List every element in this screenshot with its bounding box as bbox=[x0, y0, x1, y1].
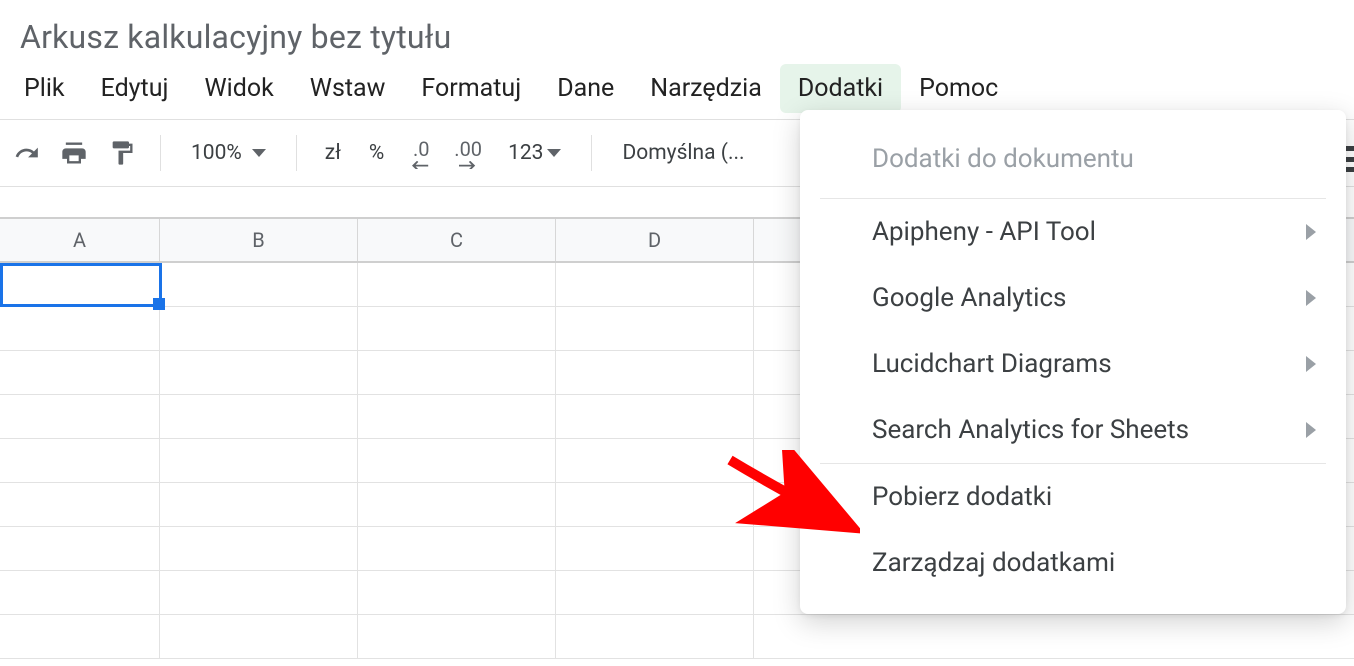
cell[interactable] bbox=[358, 483, 556, 526]
cell[interactable] bbox=[556, 527, 754, 570]
font-family-dropdown[interactable]: Domyślna (... bbox=[610, 141, 756, 165]
cell-C1[interactable] bbox=[358, 263, 556, 306]
cell[interactable] bbox=[754, 615, 814, 658]
cell[interactable] bbox=[0, 527, 160, 570]
chevron-right-icon bbox=[1306, 290, 1316, 306]
print-icon bbox=[60, 139, 88, 167]
cell[interactable] bbox=[0, 395, 160, 438]
cell[interactable] bbox=[358, 571, 556, 614]
paint-format-button[interactable] bbox=[102, 132, 142, 174]
get-addons[interactable]: Pobierz dodatki bbox=[800, 464, 1346, 530]
menu-data[interactable]: Dane bbox=[539, 64, 632, 113]
dropdown-item-label: Lucidchart Diagrams bbox=[872, 349, 1112, 379]
column-header-B[interactable]: B bbox=[160, 219, 358, 261]
caret-down-icon bbox=[252, 149, 266, 157]
column-header-A[interactable]: A bbox=[0, 219, 160, 261]
decrease-decimal-button[interactable]: .0 bbox=[402, 132, 440, 174]
cell[interactable] bbox=[160, 351, 358, 394]
cell[interactable] bbox=[358, 307, 556, 350]
dropdown-section-header: Dodatki do dokumentu bbox=[800, 120, 1346, 198]
number-format-label: 123 bbox=[508, 141, 543, 165]
cell[interactable] bbox=[358, 615, 556, 658]
cell[interactable] bbox=[556, 615, 754, 658]
manage-addons[interactable]: Zarządzaj dodatkami bbox=[800, 530, 1346, 596]
cell[interactable] bbox=[0, 351, 160, 394]
redo-icon bbox=[14, 140, 40, 166]
redo-button[interactable] bbox=[8, 132, 46, 174]
toolbar-separator bbox=[296, 135, 297, 171]
print-button[interactable] bbox=[54, 132, 94, 174]
menu-edit[interactable]: Edytuj bbox=[83, 64, 187, 113]
cell[interactable] bbox=[0, 307, 160, 350]
cell[interactable] bbox=[358, 351, 556, 394]
cell[interactable] bbox=[556, 351, 754, 394]
cell[interactable] bbox=[358, 439, 556, 482]
cell[interactable] bbox=[160, 395, 358, 438]
cell[interactable] bbox=[358, 395, 556, 438]
cell[interactable] bbox=[160, 307, 358, 350]
menu-format[interactable]: Formatuj bbox=[403, 64, 539, 113]
toolbar-separator bbox=[591, 135, 592, 171]
cell-A1[interactable] bbox=[0, 263, 160, 306]
chevron-right-icon bbox=[1306, 422, 1316, 438]
cell[interactable] bbox=[160, 439, 358, 482]
column-header-C[interactable]: C bbox=[358, 219, 556, 261]
cell[interactable] bbox=[160, 615, 358, 658]
caret-down-icon bbox=[547, 149, 561, 157]
menu-file[interactable]: Plik bbox=[6, 64, 83, 113]
chevron-right-icon bbox=[1306, 356, 1316, 372]
cell[interactable] bbox=[160, 527, 358, 570]
dropdown-item-label: Google Analytics bbox=[872, 283, 1066, 313]
zoom-value: 100% bbox=[191, 141, 242, 165]
cell[interactable] bbox=[160, 483, 358, 526]
cell[interactable] bbox=[556, 395, 754, 438]
document-title[interactable]: Arkusz kalkulacyjny bez tytułu bbox=[0, 0, 1354, 64]
paint-format-icon bbox=[108, 139, 136, 167]
decrease-decimal-label: .0 bbox=[413, 137, 430, 161]
column-header-D[interactable]: D bbox=[556, 219, 754, 261]
cell[interactable] bbox=[556, 571, 754, 614]
cell[interactable] bbox=[556, 439, 754, 482]
menu-insert[interactable]: Wstaw bbox=[292, 64, 404, 113]
arrow-left-icon bbox=[412, 161, 430, 169]
table-row bbox=[0, 615, 1354, 659]
cell-B1[interactable] bbox=[160, 263, 358, 306]
format-currency-button[interactable]: zł bbox=[315, 141, 351, 165]
cell[interactable] bbox=[160, 571, 358, 614]
dropdown-item-label: Apipheny - API Tool bbox=[872, 217, 1096, 247]
addon-google-analytics[interactable]: Google Analytics bbox=[800, 265, 1346, 331]
menu-view[interactable]: Widok bbox=[186, 64, 291, 113]
format-percent-button[interactable]: % bbox=[359, 141, 394, 165]
cell[interactable] bbox=[0, 571, 160, 614]
menu-help[interactable]: Pomoc bbox=[901, 64, 1016, 113]
dropdown-item-label: Pobierz dodatki bbox=[872, 482, 1052, 512]
addon-search-analytics[interactable]: Search Analytics for Sheets bbox=[800, 397, 1346, 463]
menu-addons[interactable]: Dodatki bbox=[780, 64, 901, 113]
arrow-right-icon bbox=[459, 161, 477, 169]
increase-decimal-label: .00 bbox=[454, 137, 482, 161]
zoom-dropdown[interactable]: 100% bbox=[179, 141, 278, 165]
addons-dropdown: Dodatki do dokumentu Apipheny - API Tool… bbox=[800, 110, 1346, 614]
chevron-right-icon bbox=[1306, 224, 1316, 240]
dropdown-item-label: Search Analytics for Sheets bbox=[872, 415, 1189, 445]
menu-tools[interactable]: Narzędzia bbox=[632, 64, 780, 113]
number-format-dropdown[interactable]: 123 bbox=[496, 141, 573, 165]
addon-lucidchart[interactable]: Lucidchart Diagrams bbox=[800, 331, 1346, 397]
cell[interactable] bbox=[0, 483, 160, 526]
cell[interactable] bbox=[556, 307, 754, 350]
cell[interactable] bbox=[556, 483, 754, 526]
cell[interactable] bbox=[0, 439, 160, 482]
cell-D1[interactable] bbox=[556, 263, 754, 306]
cell[interactable] bbox=[358, 527, 556, 570]
increase-decimal-button[interactable]: .00 bbox=[448, 132, 488, 174]
addon-apipheny[interactable]: Apipheny - API Tool bbox=[800, 199, 1346, 265]
toolbar-separator bbox=[160, 135, 161, 171]
dropdown-item-label: Zarządzaj dodatkami bbox=[872, 548, 1115, 578]
cell[interactable] bbox=[0, 615, 160, 658]
